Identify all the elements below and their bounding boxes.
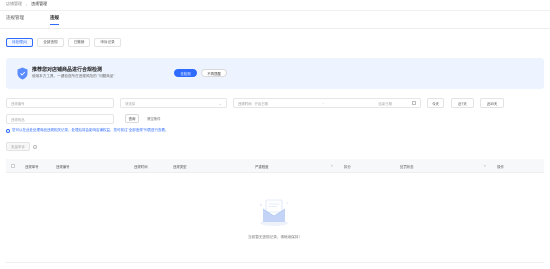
quick-7days-button[interactable]: 近7天: [451, 98, 474, 108]
tab-violation-management[interactable]: 违规管理: [6, 15, 24, 25]
info-icon: [6, 128, 10, 133]
select-all-checkbox[interactable]: [11, 164, 15, 168]
violation-product-placeholder: 违规商品: [11, 117, 25, 122]
filter-icon[interactable]: ▾: [484, 164, 486, 168]
subtab-pending[interactable]: 待处理(0): [6, 38, 34, 47]
column-header: 违规编号: [56, 165, 70, 169]
violation-type-select[interactable]: 请选择 ⌄: [120, 98, 227, 108]
go-check-button[interactable]: 去检测: [174, 69, 197, 77]
violation-no-input[interactable]: 违规编号: [6, 98, 114, 108]
column-header: 扣分: [344, 165, 351, 169]
violation-time-range[interactable]: 违规时间 开始日期 → 结束日期: [233, 98, 421, 108]
search-button[interactable]: 查询: [125, 114, 139, 123]
tab-violation[interactable]: 违规: [50, 15, 59, 25]
batch-appeal-button[interactable]: 批量申诉: [6, 142, 30, 151]
empty-mailbox-icon: [260, 199, 288, 226]
start-date-placeholder: 开始日期: [254, 101, 269, 106]
breadcrumb-parent[interactable]: 店铺管理: [6, 1, 22, 7]
empty-state-text: 当前暂无违规记录，请继续保持！: [248, 235, 302, 239]
breadcrumb-separator: /: [26, 1, 28, 7]
calendar-icon: [412, 101, 416, 105]
dismiss-button[interactable]: 不再提醒: [201, 69, 227, 77]
chevron-down-icon: ⌄: [218, 101, 222, 106]
violation-no-placeholder: 违规编号: [11, 101, 25, 106]
end-date-placeholder: 结束日期: [378, 101, 392, 106]
compliance-banner: 推荐您对店铺商品进行合规检测 使用本方工具，一键检查所在违规风险的 "问题商品"…: [6, 58, 544, 89]
info-notice: 您可以在此处处理商品违规相关记录，处理后将会影响店铺权益，您可前往"全部违规"列…: [6, 128, 168, 133]
sub-tabs: 待处理(0) 全部违规 已撤销 申诉记录: [6, 38, 121, 47]
subtab-revoked[interactable]: 已撤销: [67, 38, 91, 47]
column-header: 处罚状态: [400, 165, 414, 169]
column-header: 严重程度: [255, 165, 269, 169]
main-tabs: 违规管理 违规: [6, 15, 59, 25]
reset-link[interactable]: 清空条件: [147, 116, 161, 121]
bottom-divider: [6, 262, 544, 263]
subtab-all[interactable]: 全部违规: [37, 38, 64, 47]
notice-text: 您可以在此处处理商品违规相关记录，处理后将会影响店铺权益，您可前往"全部违规"列…: [12, 128, 169, 132]
breadcrumb-current: 违规管理: [31, 1, 48, 6]
tabs-divider: [0, 28, 550, 29]
banner-description: 使用本方工具，一键检查所在违规风险的 "问题商品": [32, 74, 115, 78]
column-header: 操作: [497, 165, 504, 169]
quick-30days-button[interactable]: 近30天: [480, 98, 504, 108]
shield-icon: [17, 67, 28, 80]
table-header: 违规单号 违规编号 违规时间 违规类型 严重程度 ▾ 扣分 处罚状态 ▾ 操作: [6, 159, 544, 173]
violation-type-placeholder: 请选择: [125, 101, 136, 106]
breadcrumb: 店铺管理 / 违规管理: [6, 1, 47, 7]
top-divider: [0, 10, 550, 11]
column-header: 违规单号: [25, 165, 39, 169]
filter-icon[interactable]: ▾: [331, 164, 333, 168]
column-header: 违规类型: [173, 165, 187, 169]
quick-today-button[interactable]: 今天: [427, 98, 444, 108]
column-header: 违规时间: [134, 165, 148, 169]
banner-title: 推荐您对店铺商品进行合规检测: [32, 67, 103, 73]
help-icon[interactable]: [33, 145, 37, 149]
violation-time-label: 违规时间: [238, 101, 252, 106]
violation-product-input[interactable]: 违规商品: [6, 114, 114, 124]
date-range-separator: →: [321, 101, 325, 105]
subtab-appeals[interactable]: 申诉记录: [94, 38, 121, 47]
